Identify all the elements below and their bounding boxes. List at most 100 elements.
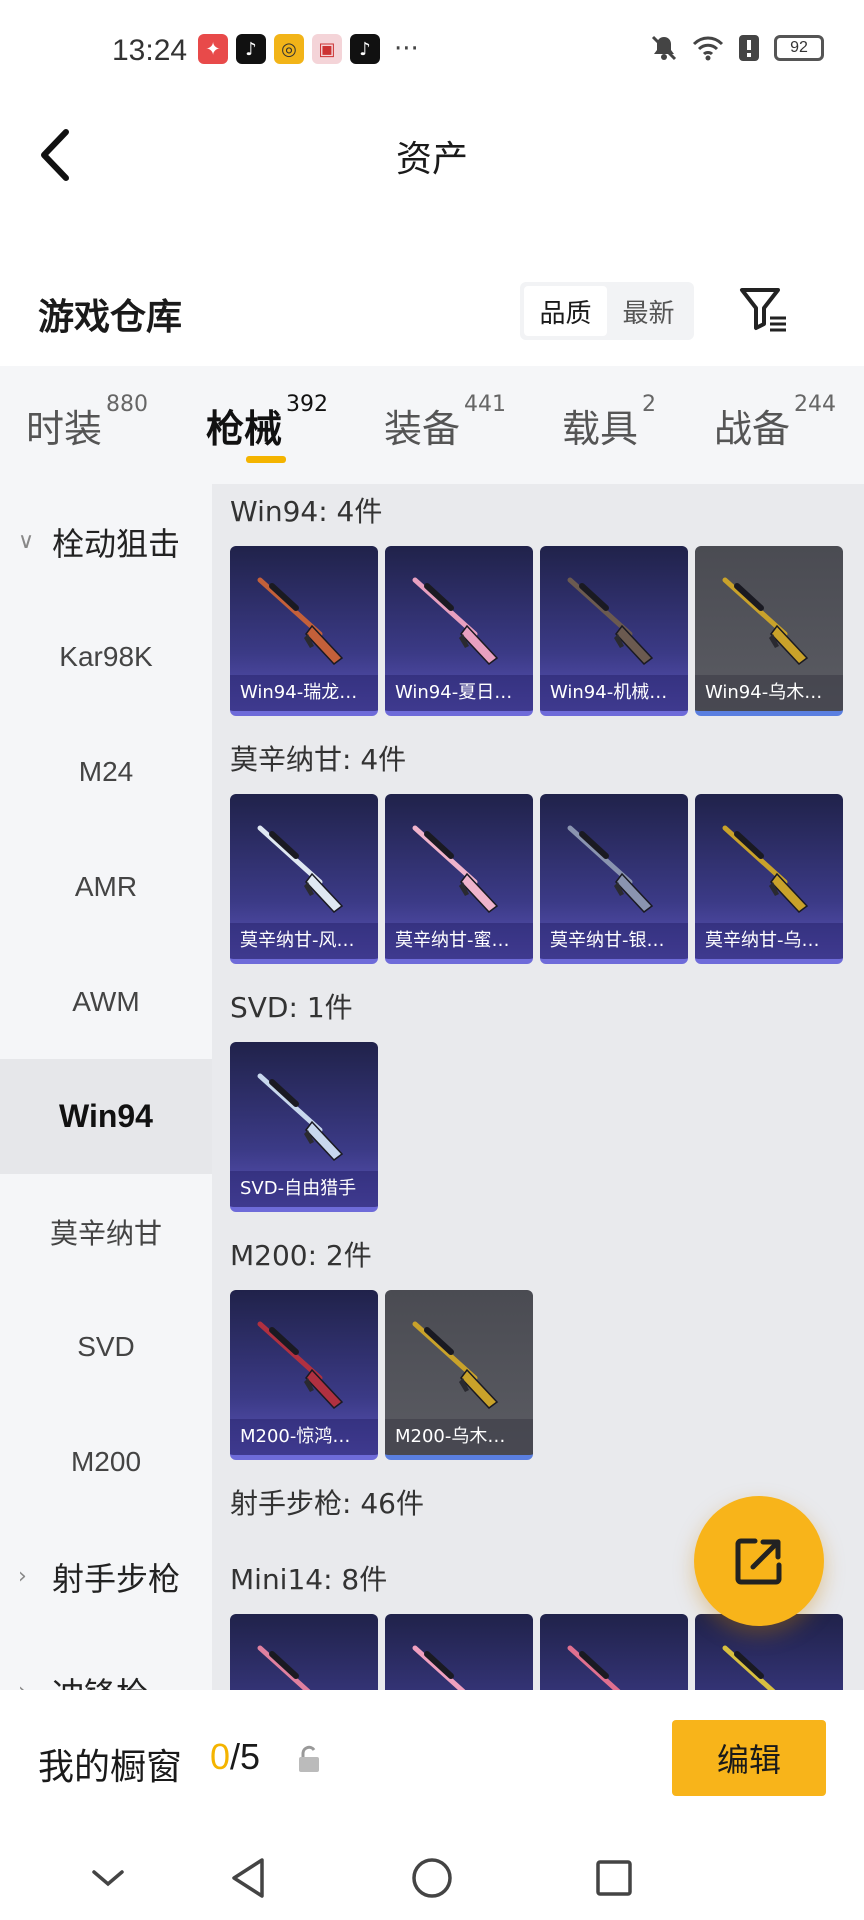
skin-card[interactable]	[540, 1614, 688, 1690]
edit-button[interactable]: 编辑	[672, 1720, 826, 1796]
notification-icons: ✦ ♪ ◎ ▣ ♪ ···	[198, 34, 419, 64]
sort-quality-option[interactable]: 品质	[524, 286, 607, 336]
nav-back-button[interactable]	[218, 1848, 278, 1908]
rifle-image	[412, 577, 499, 666]
skin-card[interactable]	[695, 1614, 843, 1690]
skin-card[interactable]: Win94-夏日…	[385, 546, 533, 716]
rifle-image	[257, 1321, 344, 1410]
skin-card[interactable]	[230, 1614, 378, 1690]
more-notifications-icon: ···	[394, 34, 419, 64]
chevron-right-icon: ›	[18, 1564, 27, 1589]
section-title-svd: SVD: 1件	[230, 991, 353, 1024]
sidebar-group-marksman[interactable]: › 射手步枪	[0, 1519, 212, 1634]
skin-card[interactable]: Win94-机械…	[540, 546, 688, 716]
chevron-down-icon: ∨	[18, 529, 35, 554]
rifle-image	[412, 1321, 499, 1410]
rifle-image	[257, 1073, 344, 1162]
rifle-image	[722, 577, 809, 666]
tab-supplies[interactable]: 战备244	[714, 392, 836, 453]
sidebar-item-amr[interactable]: AMR	[0, 829, 212, 944]
battery-indicator: 92	[774, 35, 824, 61]
status-bar: 13:24 ✦ ♪ ◎ ▣ ♪ ··· 92	[0, 0, 864, 100]
skin-card[interactable]: Win94-瑞龙…	[230, 546, 378, 716]
mute-icon	[651, 35, 677, 61]
nav-collapse-button[interactable]	[78, 1848, 138, 1908]
rifle-image	[722, 1645, 776, 1690]
share-fab-button[interactable]	[694, 1496, 824, 1626]
sidebar-item-awm[interactable]: AWM	[0, 944, 212, 1059]
target-app-icon: ◎	[274, 34, 304, 64]
showcase-count: 0/5	[210, 1736, 261, 1777]
skin-card-label: M200-乌木…	[385, 1419, 533, 1455]
skin-card-label: 莫辛纳甘-乌…	[695, 923, 843, 959]
huawei-app-icon: ✦	[198, 34, 228, 64]
skin-card[interactable]: 莫辛纳甘-蜜…	[385, 794, 533, 964]
tiktok-icon: ♪	[350, 34, 380, 64]
rifle-image	[257, 825, 344, 914]
sort-toggle: 品质 最新	[520, 282, 694, 340]
rifle-image	[412, 1645, 466, 1690]
skin-card[interactable]: Win94-乌木…	[695, 546, 843, 716]
nav-recents-button[interactable]	[584, 1848, 644, 1908]
alert-icon	[739, 35, 759, 61]
skin-card[interactable]: 莫辛纳甘-乌…	[695, 794, 843, 964]
tab-equipment[interactable]: 装备441	[384, 392, 506, 453]
status-time: 13:24	[112, 34, 188, 67]
chevron-down-icon	[92, 1870, 124, 1887]
filter-icon	[740, 288, 786, 332]
sidebar-item-m24[interactable]: M24	[0, 714, 212, 829]
tab-firearms[interactable]: 枪械392	[206, 392, 328, 453]
nav-home-button[interactable]	[402, 1848, 462, 1908]
sidebar-item-kar98k[interactable]: Kar98K	[0, 599, 212, 714]
tab-vehicles[interactable]: 载具2	[562, 392, 656, 453]
skin-card[interactable]: M200-惊鸿…	[230, 1290, 378, 1460]
rifle-image	[257, 577, 344, 666]
system-icons: 92	[650, 34, 824, 62]
tab-fashion[interactable]: 时装880	[26, 392, 148, 453]
sidebar-item-mosin[interactable]: 莫辛纳甘	[0, 1174, 212, 1289]
section-title-mini14: Mini14: 8件	[230, 1563, 388, 1596]
skin-card[interactable]	[385, 1614, 533, 1690]
gift-app-icon: ▣	[312, 34, 342, 64]
skin-card-label: M200-惊鸿…	[230, 1419, 378, 1455]
system-navigation-bar	[0, 1830, 864, 1920]
rifle-image	[412, 825, 499, 914]
rifle-image	[567, 825, 654, 914]
active-tab-indicator	[246, 456, 286, 463]
skin-card[interactable]: 莫辛纳甘-风…	[230, 794, 378, 964]
skin-card-label: Win94-夏日…	[385, 675, 533, 711]
filter-button[interactable]	[736, 282, 792, 338]
sidebar-item-win94[interactable]: Win94	[0, 1059, 212, 1174]
skin-card-label: SVD-自由猎手	[230, 1171, 378, 1207]
section-title-win94: Win94: 4件	[230, 495, 383, 528]
skin-card-label: Win94-乌木…	[695, 675, 843, 711]
section-title-marksman: 射手步枪: 46件	[230, 1487, 424, 1520]
skin-card-label: Win94-瑞龙…	[230, 675, 378, 711]
triangle-back-icon	[232, 1858, 264, 1898]
skin-card-label: 莫辛纳甘-银…	[540, 923, 688, 959]
skin-card[interactable]: SVD-自由猎手	[230, 1042, 378, 1212]
wifi-icon	[692, 36, 724, 61]
rifle-image	[567, 577, 654, 666]
sidebar-item-svd[interactable]: SVD	[0, 1289, 212, 1404]
sidebar-group-bolt-action[interactable]: ∨ 栓动狙击	[0, 484, 212, 599]
rifle-image	[567, 1645, 621, 1690]
warehouse-title: 游戏仓库	[38, 297, 183, 338]
sidebar-item-m200[interactable]: M200	[0, 1404, 212, 1519]
showcase-title: 我的橱窗	[38, 1747, 183, 1788]
skin-card-label: 莫辛纳甘-蜜…	[385, 923, 533, 959]
circle-home-icon	[412, 1858, 452, 1898]
skin-card-label: Win94-机械…	[540, 675, 688, 711]
sort-newest-option[interactable]: 最新	[607, 286, 690, 336]
page-title: 资产	[395, 139, 468, 180]
skin-card[interactable]: M200-乌木…	[385, 1290, 533, 1460]
nav-header: 资产	[0, 100, 864, 210]
section-title-m200: M200: 2件	[230, 1239, 372, 1272]
sidebar-group-smg[interactable]: ›冲锋枪	[0, 1634, 212, 1691]
weapon-sidebar: ∨ 栓动狙击 Kar98K M24 AMR AWM Win94 莫辛纳甘 SVD …	[0, 484, 212, 1690]
rifle-image	[257, 1645, 311, 1690]
skin-card-label: 莫辛纳甘-风…	[230, 923, 378, 959]
category-tabs: 时装880 枪械392 装备441 载具2 战备244	[0, 366, 864, 484]
tiktok-icon: ♪	[236, 34, 266, 64]
skin-card[interactable]: 莫辛纳甘-银…	[540, 794, 688, 964]
